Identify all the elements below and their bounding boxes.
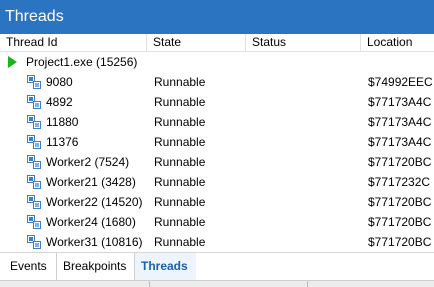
thread-icon [27, 175, 41, 189]
thread-icon [27, 115, 41, 129]
thread-state-cell: Runnable [154, 175, 206, 189]
thread-state-cell: Runnable [154, 115, 206, 129]
thread-state-cell: Runnable [154, 195, 206, 209]
thread-location-cell: $771720BC [368, 215, 432, 229]
threads-panel-title: Threads [0, 0, 434, 34]
thread-row[interactable]: Worker21 (3428) Runnable $7717232C [0, 172, 434, 192]
thread-icon [27, 135, 41, 149]
thread-icon [27, 235, 41, 249]
thread-id-cell: 4892 [46, 95, 73, 109]
process-row[interactable]: Project1.exe (15256) [0, 52, 434, 72]
status-strip-separator [149, 281, 150, 287]
thread-location-cell: $77173A4C [368, 95, 432, 109]
play-icon [8, 56, 17, 68]
thread-id-cell: 11376 [46, 135, 79, 149]
thread-state-cell: Runnable [154, 75, 206, 89]
thread-location-cell: $77173A4C [368, 115, 432, 129]
thread-location-cell: $7717232C [368, 175, 431, 189]
thread-location-cell: $74992EEC [368, 75, 433, 89]
thread-row[interactable]: Worker22 (14520) Runnable $771720BC [0, 192, 434, 212]
thread-id-cell: 9080 [46, 75, 73, 89]
tab-events[interactable]: Events [4, 253, 53, 280]
process-label: Project1.exe (15256) [26, 55, 138, 69]
threads-table-header: Thread Id State Status Location [0, 34, 434, 52]
thread-state-cell: Runnable [154, 215, 206, 229]
thread-location-cell: $77173A4C [368, 135, 432, 149]
thread-row[interactable]: Worker31 (10816) Runnable $771720BC [0, 232, 434, 252]
thread-id-cell: Worker31 (10816) [46, 235, 143, 249]
thread-icon [27, 215, 41, 229]
thread-row[interactable]: 11880 Runnable $77173A4C [0, 112, 434, 132]
thread-id-cell: Worker2 (7524) [46, 155, 130, 169]
column-header-location[interactable]: Location [361, 34, 434, 52]
column-header-thread-id[interactable]: Thread Id [0, 34, 147, 52]
thread-icon [27, 155, 41, 169]
bottom-tab-bar: Events Breakpoints Threads [0, 252, 434, 280]
thread-id-cell: Worker22 (14520) [46, 195, 143, 209]
thread-state-cell: Runnable [154, 95, 206, 109]
thread-location-cell: $771720BC [368, 195, 432, 209]
thread-id-cell: Worker24 (1680) [46, 215, 136, 229]
thread-row[interactable]: 4892 Runnable $77173A4C [0, 92, 434, 112]
tab-breakpoints[interactable]: Breakpoints [56, 253, 132, 280]
status-strip [0, 280, 434, 287]
thread-row[interactable]: Worker24 (1680) Runnable $771720BC [0, 212, 434, 232]
thread-row[interactable]: 9080 Runnable $74992EEC [0, 72, 434, 92]
thread-id-cell: 11880 [46, 115, 79, 129]
thread-state-cell: Runnable [154, 155, 206, 169]
thread-state-cell: Runnable [154, 235, 206, 249]
thread-icon [27, 195, 41, 209]
thread-state-cell: Runnable [154, 135, 206, 149]
tab-threads[interactable]: Threads [134, 253, 196, 280]
thread-icon [27, 95, 41, 109]
column-header-status[interactable]: Status [246, 34, 361, 52]
thread-location-cell: $771720BC [368, 155, 432, 169]
thread-icon [27, 75, 41, 89]
thread-row[interactable]: 11376 Runnable $77173A4C [0, 132, 434, 152]
threads-list: Project1.exe (15256) 9080 Runnable $74992E… [0, 52, 434, 252]
status-strip-separator [307, 281, 308, 287]
column-header-state[interactable]: State [147, 34, 246, 52]
thread-id-cell: Worker21 (3428) [46, 175, 136, 189]
thread-row[interactable]: Worker2 (7524) Runnable $771720BC [0, 152, 434, 172]
thread-location-cell: $771720BC [368, 235, 432, 249]
